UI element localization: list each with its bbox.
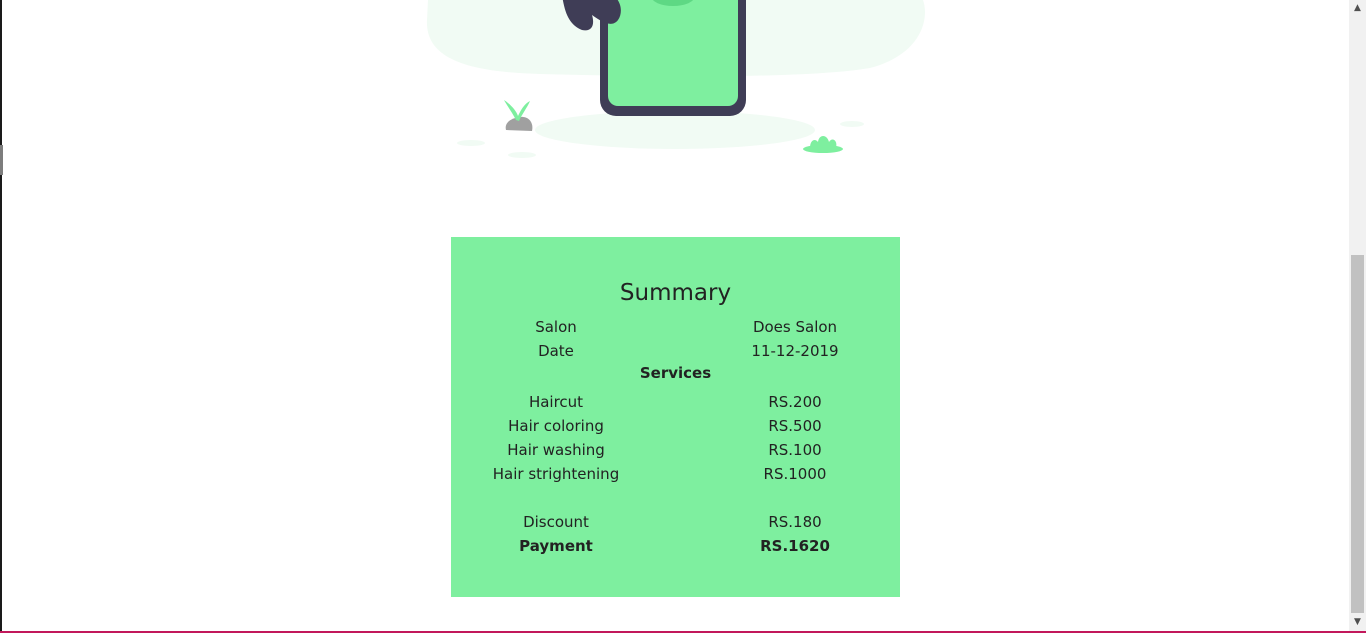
phone-screen — [608, 0, 738, 106]
service-name: Hair strightening — [492, 465, 620, 483]
discount-row: Discount RS.180 — [451, 510, 900, 534]
date-value: 11-12-2019 — [751, 342, 839, 360]
payment-row: Payment RS.1620 — [451, 534, 900, 558]
service-price: RS.1000 — [763, 465, 827, 483]
scroll-down-icon[interactable]: ▼ — [1349, 614, 1366, 631]
payment-label: Payment — [519, 537, 593, 555]
ground-dot — [508, 152, 536, 158]
left-edge-marker — [0, 145, 3, 175]
date-row: Date 11-12-2019 — [451, 339, 900, 363]
service-name: Haircut — [528, 393, 584, 411]
service-row: Hair coloring RS.500 — [451, 414, 900, 438]
service-row: Haircut RS.200 — [451, 390, 900, 414]
salon-value: Does Salon — [752, 318, 838, 336]
service-price: RS.500 — [768, 417, 822, 435]
scroll-up-icon[interactable]: ▲ — [1349, 0, 1366, 17]
left-window-edge — [0, 0, 2, 633]
service-row: Hair washing RS.100 — [451, 438, 900, 462]
ground-dot — [457, 140, 485, 146]
service-row: Hair strightening RS.1000 — [451, 462, 900, 486]
service-name: Hair washing — [507, 441, 605, 459]
vertical-scrollbar[interactable]: ▲ ▼ — [1349, 0, 1366, 633]
summary-card: Summary Salon Does Salon Date 11-12-2019… — [451, 237, 900, 597]
ground-shadow — [535, 111, 815, 149]
salon-label: Salon — [535, 318, 577, 336]
service-name: Hair coloring — [508, 417, 604, 435]
summary-title: Summary — [619, 280, 732, 306]
scrollbar-thumb[interactable] — [1351, 255, 1364, 613]
services-heading: Services — [639, 364, 712, 382]
payment-phone-illustration — [426, 0, 925, 158]
bush-icon — [810, 136, 837, 148]
discount-value: RS.180 — [768, 513, 822, 531]
salon-row: Salon Does Salon — [451, 315, 900, 339]
payment-value: RS.1620 — [760, 537, 830, 555]
ground-dot — [840, 121, 864, 127]
service-price: RS.200 — [768, 393, 822, 411]
page-viewport: Summary Salon Does Salon Date 11-12-2019… — [0, 0, 1349, 633]
service-price: RS.100 — [768, 441, 822, 459]
discount-label: Discount — [523, 513, 589, 531]
date-label: Date — [538, 342, 574, 360]
